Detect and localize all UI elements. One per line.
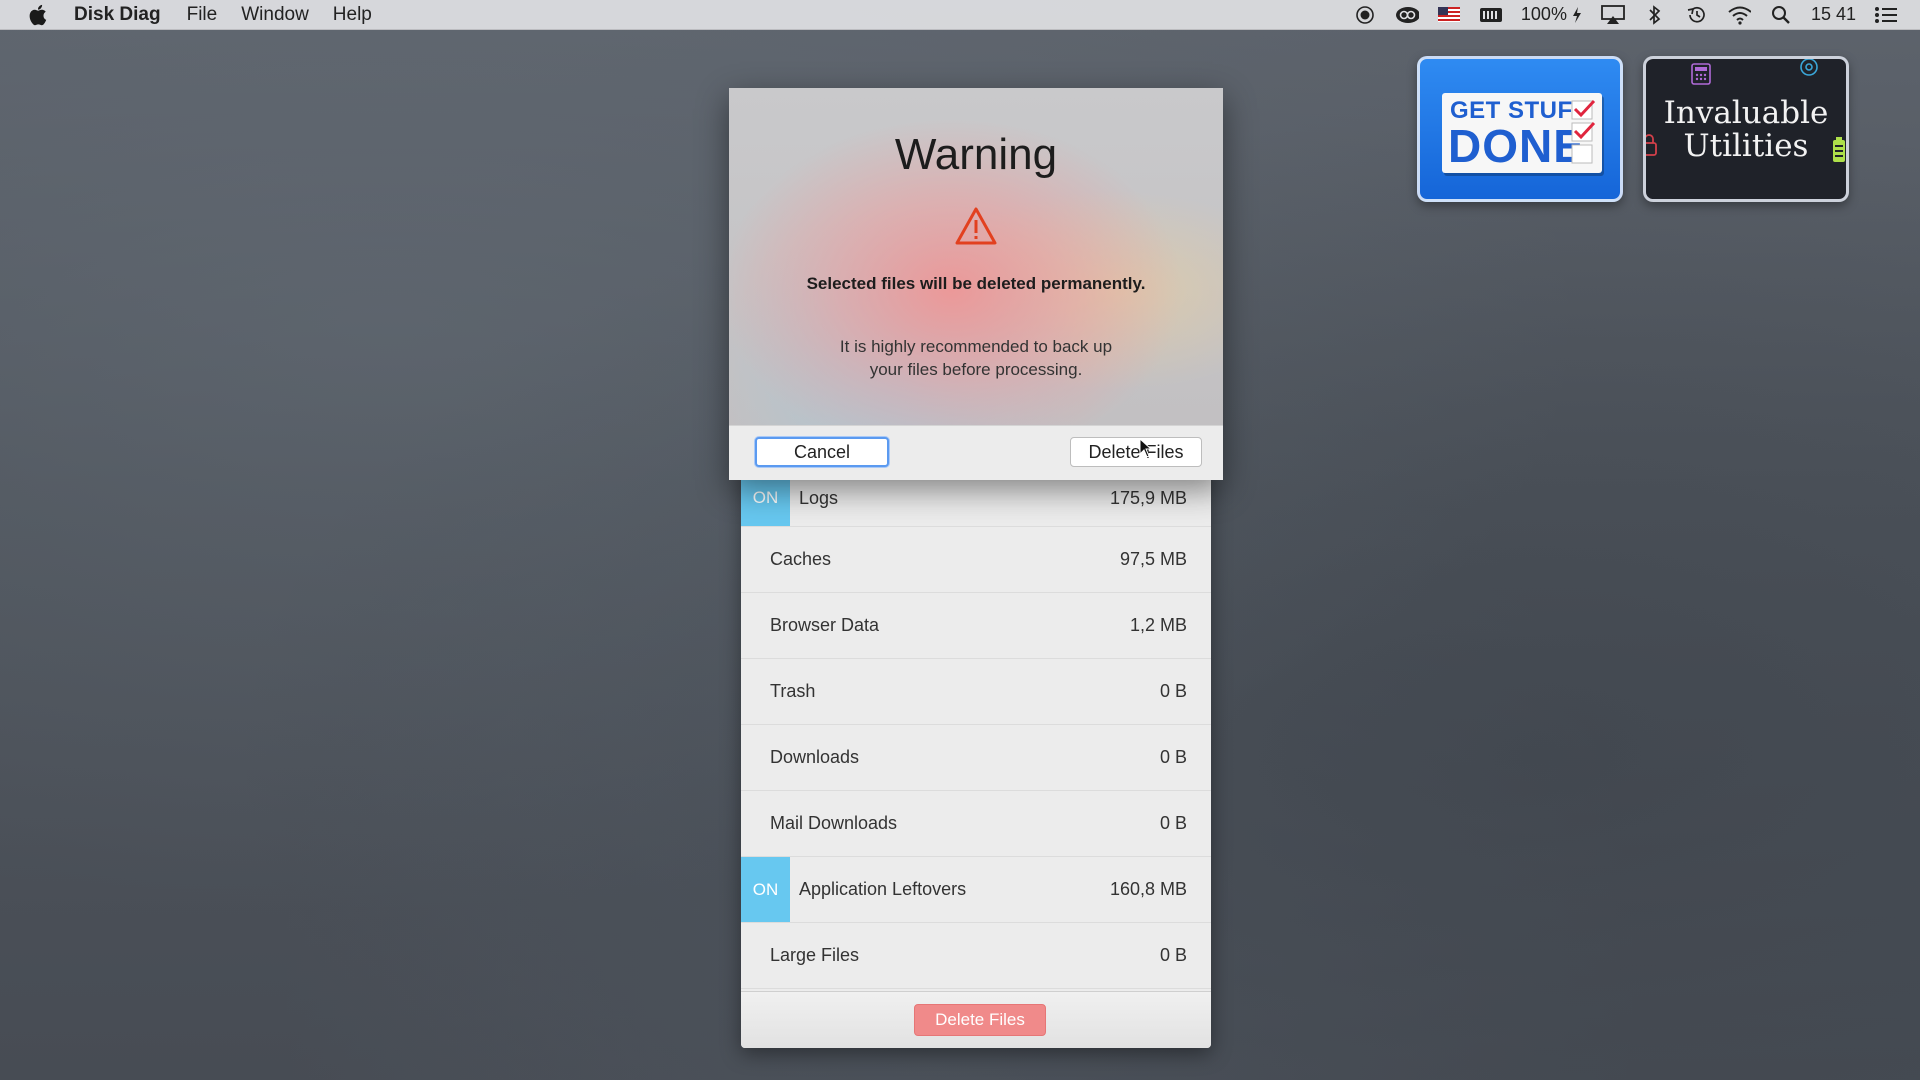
item-size: 0 B: [1159, 681, 1187, 701]
item-name: Caches: [770, 549, 832, 569]
panel-footer: Delete Files: [741, 991, 1211, 1048]
invaluable-utilities-title: Invaluable Utilities: [1646, 97, 1846, 163]
help-menu[interactable]: Help: [333, 4, 372, 26]
airplay-icon[interactable]: [1601, 4, 1625, 26]
get-stuff-done-widget[interactable]: GET STUFF DONE: [1417, 56, 1623, 202]
get-stuff-done-line2: DONE: [1448, 120, 1585, 172]
battery-charging-icon[interactable]: [1571, 4, 1583, 26]
item-name: Downloads: [770, 747, 860, 767]
bluetooth-icon[interactable]: [1643, 4, 1667, 26]
warning-dialog: Warning Selected files will be deleted p…: [729, 88, 1223, 480]
apple-menu-icon[interactable]: [26, 3, 48, 27]
item-size: 97,5 MB: [1119, 549, 1187, 569]
item-name: Application Leftovers: [799, 879, 967, 899]
item-size: 0 B: [1159, 945, 1187, 965]
target-icon: [1796, 59, 1822, 84]
dialog-title: Warning: [894, 130, 1058, 179]
clock[interactable]: 15 41: [1811, 4, 1856, 25]
item-name: Large Files: [770, 945, 860, 965]
cancel-button[interactable]: Cancel: [755, 437, 889, 467]
creative-cloud-icon[interactable]: [1395, 4, 1419, 26]
item-name: Logs: [799, 487, 839, 508]
item-size: 0 B: [1159, 747, 1187, 767]
record-icon[interactable]: [1353, 4, 1377, 26]
item-size: 0 B: [1159, 813, 1187, 833]
get-stuff-done-card: GET STUFF DONE: [1442, 93, 1602, 173]
time-machine-icon[interactable]: [1685, 4, 1709, 26]
dialog-message: Selected files will be deleted permanent…: [806, 274, 1146, 293]
categories-panel: ON Logs 175,9 MB Caches 97,5 MB Browser …: [741, 470, 1211, 1048]
list-item[interactable]: ON Application Leftovers 160,8 MB: [741, 857, 1211, 923]
delete-files-button[interactable]: Delete Files: [914, 1004, 1046, 1036]
item-size: 175,9 MB: [1109, 487, 1187, 508]
mouse-cursor-icon: [1139, 437, 1153, 463]
us-flag-icon[interactable]: [1437, 4, 1461, 26]
item-size: 1,2 MB: [1129, 615, 1187, 635]
wifi-icon[interactable]: [1727, 4, 1751, 26]
invaluable-utilities-widget[interactable]: Invaluable Utilities: [1643, 56, 1849, 202]
invaluable-utilities-line2: Utilities: [1683, 128, 1809, 164]
item-name: Browser Data: [770, 615, 880, 635]
dialog-subtext-line1: It is highly recommended to back up: [839, 337, 1113, 356]
item-name: Mail Downloads: [770, 813, 898, 833]
on-toggle[interactable]: ON: [741, 857, 790, 922]
invaluable-utilities-line1: Invaluable: [1663, 95, 1829, 131]
app-menu[interactable]: Disk Diag: [74, 4, 161, 26]
checklist-icon: [1570, 99, 1596, 172]
list-item[interactable]: Large Files 0 B: [741, 923, 1211, 989]
notification-center-icon[interactable]: [1874, 4, 1898, 26]
window-menu[interactable]: Window: [241, 4, 309, 26]
list-item[interactable]: Downloads 0 B: [741, 725, 1211, 791]
list-item[interactable]: Browser Data 1,2 MB: [741, 593, 1211, 659]
calculator-icon: [1691, 63, 1711, 90]
dialog-subtext-line2: your files before processing.: [869, 360, 1083, 379]
item-name: Trash: [770, 681, 816, 701]
battery-percentage[interactable]: 100%: [1521, 4, 1567, 25]
warning-icon: [954, 206, 998, 251]
item-size: 160,8 MB: [1109, 879, 1187, 899]
list-item[interactable]: Mail Downloads 0 B: [741, 791, 1211, 857]
file-menu[interactable]: File: [187, 4, 218, 26]
list-item[interactable]: Trash 0 B: [741, 659, 1211, 725]
list-item[interactable]: Caches 97,5 MB: [741, 527, 1211, 593]
menu-bar: Disk Diag File Window Help 100% 15 41: [0, 0, 1920, 30]
delete-files-confirm-button[interactable]: Delete Files: [1070, 437, 1202, 467]
spotlight-icon[interactable]: [1769, 4, 1793, 26]
dialog-subtext: It is highly recommended to back up your…: [729, 335, 1223, 381]
memory-icon[interactable]: [1479, 4, 1503, 26]
